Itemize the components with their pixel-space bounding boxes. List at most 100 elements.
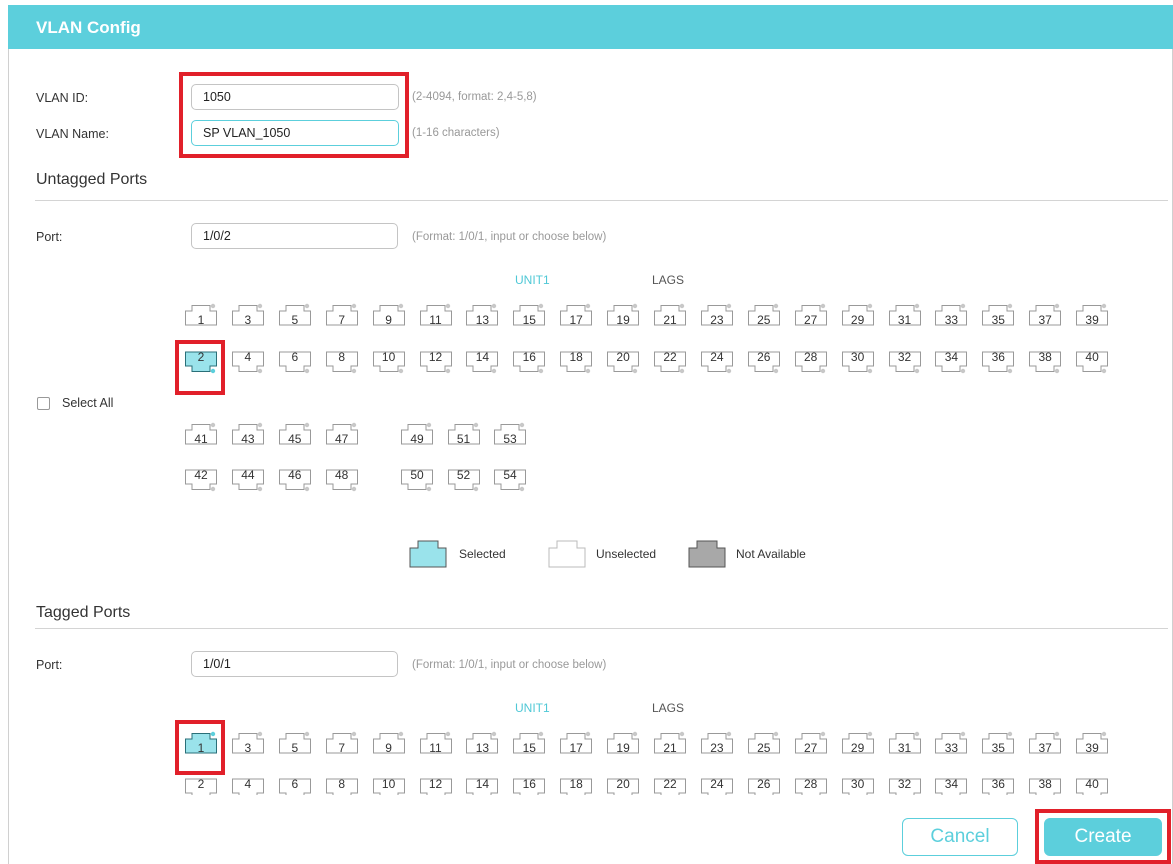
port-1[interactable]: 1 xyxy=(184,302,218,327)
port-23[interactable]: 23 xyxy=(700,730,734,755)
port-53[interactable]: 53 xyxy=(493,421,527,446)
port-30[interactable]: 30 xyxy=(841,777,875,795)
port-21[interactable]: 21 xyxy=(653,302,687,327)
select-all-checkbox[interactable] xyxy=(37,397,50,410)
port-9[interactable]: 9 xyxy=(372,730,406,755)
port-45[interactable]: 45 xyxy=(278,421,312,446)
port-24[interactable]: 24 xyxy=(700,777,734,795)
port-20[interactable]: 20 xyxy=(606,777,640,795)
port-5[interactable]: 5 xyxy=(278,302,312,327)
port-18[interactable]: 18 xyxy=(559,777,593,795)
port-36[interactable]: 36 xyxy=(981,350,1015,375)
tab-lags[interactable]: LAGS xyxy=(652,701,684,715)
port-16[interactable]: 16 xyxy=(512,777,546,795)
port-39[interactable]: 39 xyxy=(1075,730,1109,755)
untagged-port-input[interactable] xyxy=(191,223,398,249)
port-8[interactable]: 8 xyxy=(325,350,359,375)
port-29[interactable]: 29 xyxy=(841,730,875,755)
port-4[interactable]: 4 xyxy=(231,777,265,795)
port-22[interactable]: 22 xyxy=(653,350,687,375)
port-50[interactable]: 50 xyxy=(400,468,434,493)
port-8[interactable]: 8 xyxy=(325,777,359,795)
port-14[interactable]: 14 xyxy=(465,777,499,795)
port-26[interactable]: 26 xyxy=(747,350,781,375)
port-16[interactable]: 16 xyxy=(512,350,546,375)
port-37[interactable]: 37 xyxy=(1028,302,1062,327)
port-28[interactable]: 28 xyxy=(794,777,828,795)
port-36[interactable]: 36 xyxy=(981,777,1015,795)
port-22[interactable]: 22 xyxy=(653,777,687,795)
tab-lags[interactable]: LAGS xyxy=(652,273,684,287)
port-23[interactable]: 23 xyxy=(700,302,734,327)
port-11[interactable]: 11 xyxy=(419,302,453,327)
port-26[interactable]: 26 xyxy=(747,777,781,795)
port-10[interactable]: 10 xyxy=(372,777,406,795)
port-3[interactable]: 3 xyxy=(231,302,265,327)
port-4[interactable]: 4 xyxy=(231,350,265,375)
port-19[interactable]: 19 xyxy=(606,302,640,327)
port-25[interactable]: 25 xyxy=(747,730,781,755)
port-39[interactable]: 39 xyxy=(1075,302,1109,327)
port-40[interactable]: 40 xyxy=(1075,777,1109,795)
port-47[interactable]: 47 xyxy=(325,421,359,446)
port-12[interactable]: 12 xyxy=(419,777,453,795)
port-15[interactable]: 15 xyxy=(512,730,546,755)
port-32[interactable]: 32 xyxy=(888,777,922,795)
port-33[interactable]: 33 xyxy=(934,730,968,755)
port-49[interactable]: 49 xyxy=(400,421,434,446)
port-46[interactable]: 46 xyxy=(278,468,312,493)
port-24[interactable]: 24 xyxy=(700,350,734,375)
port-35[interactable]: 35 xyxy=(981,302,1015,327)
cancel-button[interactable]: Cancel xyxy=(902,818,1018,856)
port-38[interactable]: 38 xyxy=(1028,350,1062,375)
port-5[interactable]: 5 xyxy=(278,730,312,755)
port-32[interactable]: 32 xyxy=(888,350,922,375)
tagged-port-input[interactable] xyxy=(191,651,398,677)
tab-unit1[interactable]: UNIT1 xyxy=(515,273,550,287)
port-7[interactable]: 7 xyxy=(325,302,359,327)
port-43[interactable]: 43 xyxy=(231,421,265,446)
port-13[interactable]: 13 xyxy=(465,730,499,755)
port-21[interactable]: 21 xyxy=(653,730,687,755)
port-35[interactable]: 35 xyxy=(981,730,1015,755)
port-40[interactable]: 40 xyxy=(1075,350,1109,375)
port-14[interactable]: 14 xyxy=(465,350,499,375)
port-6[interactable]: 6 xyxy=(278,350,312,375)
port-15[interactable]: 15 xyxy=(512,302,546,327)
port-42[interactable]: 42 xyxy=(184,468,218,493)
port-31[interactable]: 31 xyxy=(888,730,922,755)
port-51[interactable]: 51 xyxy=(447,421,481,446)
port-29[interactable]: 29 xyxy=(841,302,875,327)
port-25[interactable]: 25 xyxy=(747,302,781,327)
port-30[interactable]: 30 xyxy=(841,350,875,375)
port-3[interactable]: 3 xyxy=(231,730,265,755)
port-27[interactable]: 27 xyxy=(794,302,828,327)
port-27[interactable]: 27 xyxy=(794,730,828,755)
port-28[interactable]: 28 xyxy=(794,350,828,375)
port-11[interactable]: 11 xyxy=(419,730,453,755)
port-34[interactable]: 34 xyxy=(934,777,968,795)
port-38[interactable]: 38 xyxy=(1028,777,1062,795)
port-7[interactable]: 7 xyxy=(325,730,359,755)
port-13[interactable]: 13 xyxy=(465,302,499,327)
port-41[interactable]: 41 xyxy=(184,421,218,446)
port-17[interactable]: 17 xyxy=(559,730,593,755)
port-33[interactable]: 33 xyxy=(934,302,968,327)
port-54[interactable]: 54 xyxy=(493,468,527,493)
tab-unit1[interactable]: UNIT1 xyxy=(515,701,550,715)
port-34[interactable]: 34 xyxy=(934,350,968,375)
port-18[interactable]: 18 xyxy=(559,350,593,375)
port-6[interactable]: 6 xyxy=(278,777,312,795)
port-9[interactable]: 9 xyxy=(372,302,406,327)
port-2[interactable]: 2 xyxy=(184,777,218,795)
port-12[interactable]: 12 xyxy=(419,350,453,375)
port-48[interactable]: 48 xyxy=(325,468,359,493)
port-17[interactable]: 17 xyxy=(559,302,593,327)
port-20[interactable]: 20 xyxy=(606,350,640,375)
port-10[interactable]: 10 xyxy=(372,350,406,375)
port-37[interactable]: 37 xyxy=(1028,730,1062,755)
port-19[interactable]: 19 xyxy=(606,730,640,755)
port-44[interactable]: 44 xyxy=(231,468,265,493)
port-31[interactable]: 31 xyxy=(888,302,922,327)
port-52[interactable]: 52 xyxy=(447,468,481,493)
